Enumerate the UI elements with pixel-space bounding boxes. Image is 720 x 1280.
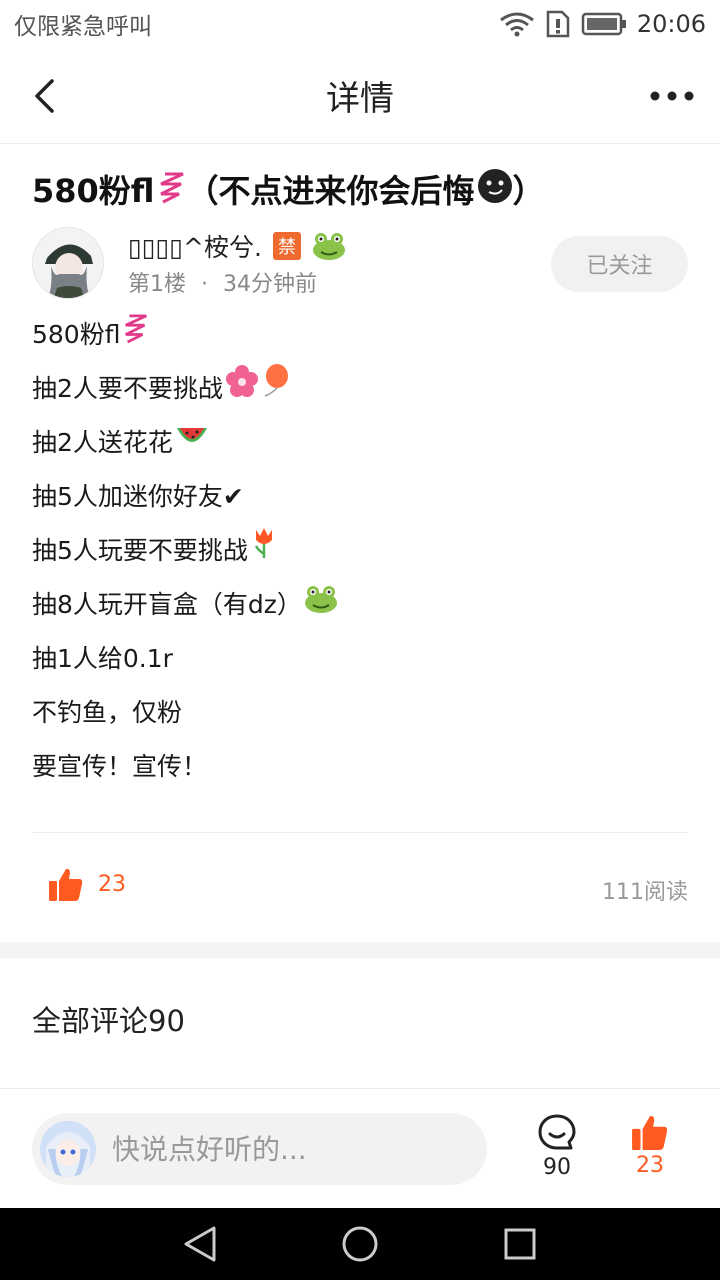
system-nav-bar <box>0 1208 720 1280</box>
post-line-text: 抽5人加迷你好友✔ <box>32 482 244 511</box>
post-line-text: 要宣传！宣传！ <box>32 752 208 781</box>
post-line-text: 580粉fl <box>32 320 121 349</box>
floor-label: 第1楼 <box>128 272 186 297</box>
wifi-icon <box>499 11 535 37</box>
ban-badge-icon: 禁 <box>272 231 302 267</box>
thumbs-up-icon <box>49 868 83 901</box>
post-title-end: ） <box>512 172 545 210</box>
battery-icon <box>581 12 627 36</box>
comment-bubble-icon <box>538 1114 576 1150</box>
nav-recents-button[interactable] <box>500 1224 540 1264</box>
like-button[interactable]: 23 <box>615 1113 685 1178</box>
flower-emoji-icon <box>225 363 259 417</box>
section-separator <box>0 942 720 958</box>
meta-dot: · <box>201 272 208 297</box>
like-count: 23 <box>636 1153 664 1178</box>
post-line-text: 抽2人要不要挑战 <box>32 374 223 403</box>
post-line: 抽2人送花花 <box>32 416 692 470</box>
carrier-text: 仅限紧急呼叫 <box>14 14 152 40</box>
post-line: 不钓鱼，仅粉 <box>32 686 692 740</box>
sim-alert-icon <box>545 10 571 38</box>
comment-bar: 90 23 <box>0 1088 720 1208</box>
comment-input[interactable] <box>110 1131 474 1167</box>
post-meta: 第1楼 · 34分钟前 <box>128 266 317 298</box>
status-icons: 20:06 <box>499 10 706 38</box>
thumbs-up-icon <box>632 1115 668 1150</box>
follow-button[interactable]: 已关注 <box>551 236 688 292</box>
post-line: 抽2人要不要挑战 <box>32 362 692 416</box>
comment-count-button[interactable]: 90 <box>522 1113 592 1180</box>
post-like-button[interactable]: 23 <box>48 866 126 902</box>
balloon-emoji-icon <box>261 363 289 417</box>
frog-emoji-icon <box>312 231 346 267</box>
post-line-text: 不钓鱼，仅粉 <box>32 698 183 727</box>
back-button[interactable] <box>24 76 64 116</box>
tulip-emoji-icon <box>250 525 278 579</box>
post-line: 抽8人玩开盲盒（有dz） <box>32 578 692 632</box>
chevron-left-icon <box>35 79 54 113</box>
post-like-count: 23 <box>98 871 126 897</box>
post-line-text: 抽5人玩要不要挑战 <box>32 536 248 565</box>
post-line-text: 抽8人玩开盲盒（有dz） <box>32 590 302 619</box>
post-line: 要宣传！宣传！ <box>32 740 692 794</box>
more-options-button[interactable] <box>648 76 696 116</box>
zigzag-emoji-icon <box>122 309 150 363</box>
frog-emoji-icon <box>304 579 338 633</box>
more-dots-icon <box>650 91 694 101</box>
divider <box>32 832 688 833</box>
svg-text:禁: 禁 <box>278 237 296 258</box>
post-line-text: 抽1人给0.1r <box>32 644 173 673</box>
post-line: 抽5人玩要不要挑战 <box>32 524 692 578</box>
post-line-text: 抽2人送花花 <box>32 428 173 457</box>
post-line: 抽1人给0.1r <box>32 632 692 686</box>
circle-home-icon <box>342 1226 378 1262</box>
top-app-bar: 详情 <box>0 48 720 144</box>
clock: 20:06 <box>636 10 706 38</box>
post-title: 580粉fl （不点进来你会后悔 ） <box>32 165 692 219</box>
user-avatar <box>40 1121 96 1177</box>
comment-input-box[interactable] <box>32 1113 487 1185</box>
author-name[interactable]: ▯▯▯▯^桉兮. 禁 <box>128 228 346 267</box>
post-line: 580粉fl <box>32 308 692 362</box>
author-avatar[interactable] <box>32 227 104 299</box>
comments-title: 全部评论90 <box>32 1004 185 1038</box>
post-title-text: 580粉fl <box>32 172 155 210</box>
smirk-face-icon <box>477 167 513 219</box>
watermelon-emoji-icon <box>175 417 209 471</box>
square-recents-icon <box>504 1228 536 1260</box>
nav-back-button[interactable] <box>180 1224 220 1264</box>
post-line: 抽5人加迷你好友✔ <box>32 470 692 524</box>
time-ago: 34分钟前 <box>223 272 317 297</box>
nav-home-button[interactable] <box>340 1224 380 1264</box>
comment-count: 90 <box>543 1155 571 1180</box>
author-name-text: ▯▯▯▯^桉兮. <box>128 233 262 262</box>
post-body: 580粉fl 抽2人要不要挑战 抽2人送花花 抽5人加迷你好友✔ 抽5人玩要不要… <box>32 308 692 794</box>
zigzag-emoji-icon <box>157 167 187 219</box>
status-bar: 仅限紧急呼叫 20:06 <box>0 0 720 48</box>
post-title-suffix: （不点进来你会后悔 <box>186 172 475 210</box>
page-title: 详情 <box>326 79 394 119</box>
read-count: 111阅读 <box>602 880 688 905</box>
triangle-back-icon <box>184 1226 216 1262</box>
